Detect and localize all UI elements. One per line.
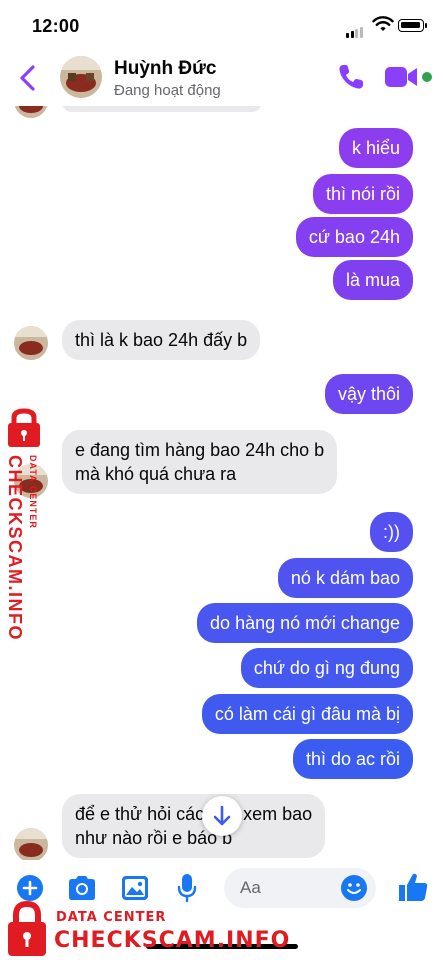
watermark-lock-icon [8,408,40,447]
phone-call-icon[interactable] [336,62,366,92]
status-bar: 12:00 [0,0,443,50]
plus-icon[interactable] [16,874,44,902]
cellular-signal-icon [346,20,364,38]
contact-active-status: Đang hoạt động [114,82,221,99]
status-time: 12:00 [32,16,80,36]
contact-message-avatar [14,828,48,860]
emoji-icon[interactable] [340,874,368,902]
watermark-bottom-subtitle: DATA CENTER [56,910,167,925]
incoming-message[interactable]: để e thử hỏi các bác xem bao như nào rồi… [62,794,326,858]
outgoing-message[interactable]: có làm cái gì đâu mà bị [201,694,413,734]
scroll-to-bottom-button[interactable] [202,796,242,836]
watermark-side-subtitle: DATA CENTER [28,455,38,529]
outgoing-message[interactable]: vậy thôi [324,374,413,414]
contact-message-avatar [14,106,48,118]
message-line: mà khó quá chưa ra [75,464,237,484]
outgoing-message[interactable]: do hàng nó mới change [197,603,413,643]
message-line: e đang tìm hàng bao 24h cho b [75,440,325,460]
outgoing-message[interactable]: thì nói rồi [312,174,413,214]
message-line: như nào rồi e báo b [75,828,233,848]
outgoing-message[interactable]: cứ bao 24h [295,217,413,257]
outgoing-message[interactable]: chứ do gì ng đung [240,648,413,688]
outgoing-message[interactable]: :)) [370,512,413,552]
wifi-icon [372,16,394,31]
arrow-down-icon [213,805,231,826]
outgoing-message[interactable]: k hiểu [338,128,413,168]
incoming-message[interactable]: e đang tìm hàng bao 24h cho b mà khó quá… [62,430,338,494]
incoming-message[interactable]: thì là k bao 24h đấy b [62,320,261,360]
chat-header: Huỳnh Đức Đang hoạt động [0,50,443,106]
like-thumbs-up-icon[interactable] [396,870,430,904]
outgoing-message[interactable]: nó k dám bao [277,558,413,598]
video-call-icon[interactable] [384,64,418,90]
outgoing-message[interactable]: thì do ac rồi [292,739,413,779]
watermark-bottom-title: CHECKSCAM.INFO [54,928,291,953]
gallery-icon[interactable] [120,874,150,902]
camera-icon[interactable] [66,874,98,902]
back-arrow-icon[interactable] [14,62,42,94]
watermark-side-title: CHECKSCAM.INFO [5,455,25,641]
contact-message-avatar [14,326,48,360]
watermark-lock-icon [8,900,46,956]
online-status-dot [422,72,432,82]
message-line: để e thử hỏi các bác xem bao [75,804,313,824]
previous-message-bubble[interactable] [62,106,262,112]
contact-avatar[interactable] [60,56,102,98]
battery-icon [398,19,427,32]
contact-name[interactable]: Huỳnh Đức [114,58,216,80]
message-list[interactable]: k hiểu thì nói rồi cứ bao 24h là mua thì… [0,106,443,860]
outgoing-message[interactable]: là mua [332,260,413,300]
microphone-icon[interactable] [176,872,198,904]
